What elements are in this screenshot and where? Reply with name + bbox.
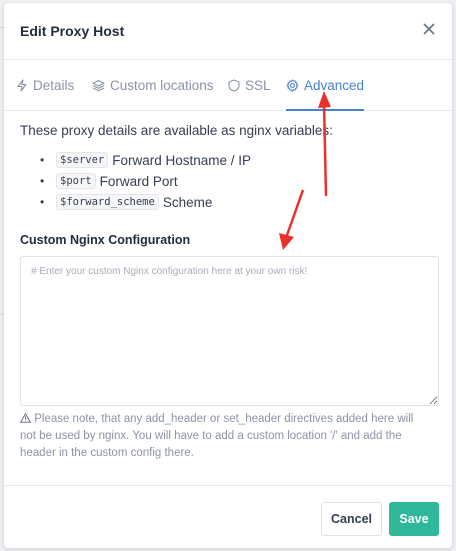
gear-icon [286, 78, 299, 92]
variable-code: $port [56, 173, 96, 189]
tab-bar: Details Custom locations SSL Advanced [4, 60, 452, 111]
variable-code: $forward_scheme [56, 194, 159, 210]
tab-advanced[interactable]: Advanced [286, 60, 365, 111]
note-text: Please note, that any add_header or set_… [20, 413, 414, 459]
custom-config-label: Custom Nginx Configuration [20, 233, 191, 247]
variables-intro: These proxy details are available as ngi… [20, 123, 333, 138]
tab-ssl[interactable]: SSL [228, 60, 271, 110]
tab-custom-locations[interactable]: Custom locations [92, 60, 214, 110]
variable-description: Scheme [162, 194, 213, 210]
list-item: $port Forward Port [40, 172, 439, 190]
advanced-panel: These proxy details are available as ngi… [19, 123, 439, 462]
variables-list: $server Forward Hostname / IP $port Forw… [20, 151, 439, 211]
save-button[interactable]: Save [389, 502, 439, 536]
modal-header: Edit Proxy Host [4, 3, 452, 60]
layers-icon [92, 79, 105, 91]
custom-nginx-config-textarea[interactable] [20, 256, 439, 406]
shield-icon [228, 78, 240, 92]
close-icon [423, 23, 435, 35]
list-item: $server Forward Hostname / IP [40, 151, 439, 169]
tab-ssl-label: SSL [245, 77, 271, 93]
tab-custom-locations-label: Custom locations [110, 77, 214, 93]
list-item: $forward_scheme Scheme [40, 193, 439, 211]
tab-details-label: Details [33, 77, 75, 93]
tab-details[interactable]: Details [16, 60, 74, 110]
variable-code: $server [56, 152, 109, 168]
edit-proxy-host-modal: Edit Proxy Host Details Custom locations [4, 3, 452, 548]
bolt-icon [17, 78, 27, 92]
modal-footer: Cancel Save [4, 485, 452, 549]
tab-advanced-label: Advanced [304, 77, 365, 93]
variable-description: Forward Port [99, 173, 178, 189]
modal-title: Edit Proxy Host [20, 23, 125, 39]
header-directives-note: Please note, that any add_header or set_… [19, 411, 432, 462]
warning-icon [19, 412, 32, 423]
close-button[interactable] [420, 20, 438, 38]
variable-description: Forward Hostname / IP [112, 152, 252, 168]
cancel-button[interactable]: Cancel [321, 502, 382, 536]
